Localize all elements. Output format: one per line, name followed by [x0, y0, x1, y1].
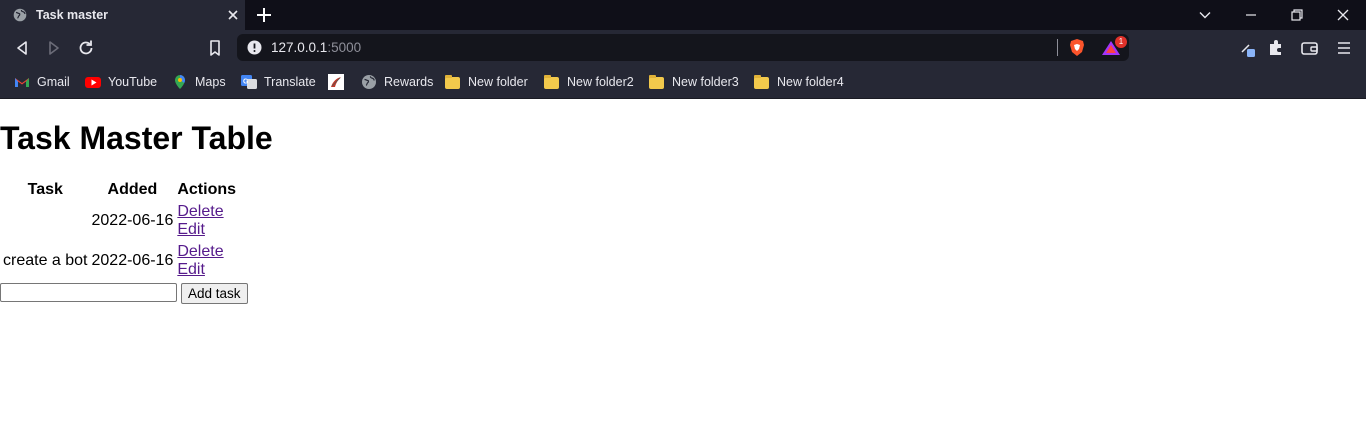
minimize-icon [1246, 14, 1256, 16]
bookmark-translate[interactable]: G Translate [241, 74, 316, 90]
restore-button[interactable] [1274, 0, 1320, 30]
bookmark-label: Translate [264, 75, 316, 89]
tab-strip: Task master [0, 0, 1366, 30]
bookmark-label: Rewards [384, 75, 434, 89]
add-task-button[interactable]: Add task [181, 283, 248, 304]
task-cell: create a bot [3, 252, 88, 269]
tab-search-button[interactable] [1182, 0, 1228, 30]
globe-icon [362, 75, 376, 89]
back-icon[interactable] [12, 38, 32, 58]
actions-cell: Delete Edit [176, 242, 237, 280]
reload-icon[interactable] [76, 38, 96, 58]
extensions-icon[interactable] [1266, 38, 1286, 58]
translate-icon: G [241, 75, 257, 89]
chevron-down-icon [1199, 12, 1211, 19]
bookmark-new-folder4[interactable]: New folder4 [754, 74, 844, 90]
bookmark-label: New folder3 [672, 75, 739, 89]
bookmark-label: YouTube [108, 75, 158, 89]
bookmark-maps[interactable]: Maps [172, 74, 226, 90]
bookmark-gmail[interactable]: Gmail [14, 74, 70, 90]
column-header-task: Task [27, 181, 63, 198]
bookmark-label: Maps [195, 75, 226, 89]
brave-shields-icon[interactable] [1068, 38, 1086, 57]
gmail-icon [15, 78, 29, 87]
folder-icon [544, 74, 560, 90]
column-header-added: Added [107, 181, 158, 198]
column-header-actions: Actions [177, 181, 237, 198]
menu-icon[interactable] [1334, 38, 1354, 58]
bookmark-new-folder[interactable]: New folder [445, 74, 528, 90]
browser-tab-active[interactable]: Task master [0, 0, 245, 30]
close-icon [1337, 9, 1349, 21]
address-bar[interactable]: 127.0.0.1:5000 1 [237, 34, 1129, 61]
edit-link[interactable]: Edit [177, 261, 236, 279]
bookmark-new-folder3[interactable]: New folder3 [649, 74, 739, 90]
edit-link[interactable]: Edit [177, 221, 236, 239]
youtube-icon [85, 77, 101, 88]
bookmark-rewards[interactable]: Rewards [361, 74, 433, 90]
table-header-row: Task Added Actions [2, 180, 237, 200]
browser-toolbar: 127.0.0.1:5000 1 [0, 30, 1366, 65]
restore-icon [1291, 9, 1303, 21]
info-icon[interactable] [247, 40, 262, 55]
folder-icon [445, 74, 461, 90]
bookmark-label: New folder2 [567, 75, 634, 89]
added-date-cell: 2022-06-16 [91, 212, 174, 229]
bookmark-label: New folder [468, 75, 528, 89]
table-row: 2022-06-16 Delete Edit [2, 202, 237, 240]
page-title: Task Master Table [0, 120, 273, 156]
delete-link[interactable]: Delete [177, 203, 236, 221]
close-window-button[interactable] [1320, 0, 1366, 30]
globe-icon [13, 8, 27, 22]
minimize-button[interactable] [1228, 0, 1274, 30]
notification-badge: 1 [1115, 36, 1127, 48]
task-cell [2, 202, 89, 240]
folder-icon [754, 74, 770, 90]
folder-icon [649, 74, 665, 90]
add-task-form: Add task [0, 283, 248, 304]
task-input[interactable] [0, 283, 177, 302]
svg-text:G: G [243, 79, 249, 86]
delete-link[interactable]: Delete [177, 243, 236, 261]
url-text: 127.0.0.1:5000 [271, 40, 361, 55]
added-date-cell: 2022-06-16 [91, 252, 174, 269]
bookmark-new-folder2[interactable]: New folder2 [544, 74, 634, 90]
maps-icon [175, 75, 185, 89]
bookmark-site-icon [328, 74, 344, 90]
bookmark-label: Gmail [37, 75, 70, 89]
bookmark-icon[interactable] [205, 38, 225, 58]
actions-cell: Delete Edit [176, 202, 237, 240]
close-tab-icon[interactable] [224, 6, 242, 24]
forward-icon[interactable] [44, 38, 64, 58]
wallet-icon[interactable] [1300, 38, 1320, 58]
table-row: create a bot 2022-06-16 Delete Edit [2, 242, 237, 280]
bookmarks-bar: Gmail YouTube Maps G Translate Rewards N… [0, 65, 1366, 99]
task-table: Task Added Actions 2022-06-16 Delete Edi… [0, 178, 239, 282]
tab-title: Task master [36, 8, 109, 22]
page-content: Task Master Table Task Added Actions 202… [0, 99, 1366, 421]
new-tab-icon[interactable] [254, 5, 274, 25]
bookmark-label: New folder4 [777, 75, 844, 89]
bookmark-youtube[interactable]: YouTube [85, 74, 157, 90]
pen-icon[interactable] [1238, 38, 1258, 58]
url-port: :5000 [327, 40, 362, 55]
url-host: 127.0.0.1 [271, 40, 328, 55]
divider [1057, 39, 1058, 56]
bookmark-site[interactable] [328, 74, 351, 90]
